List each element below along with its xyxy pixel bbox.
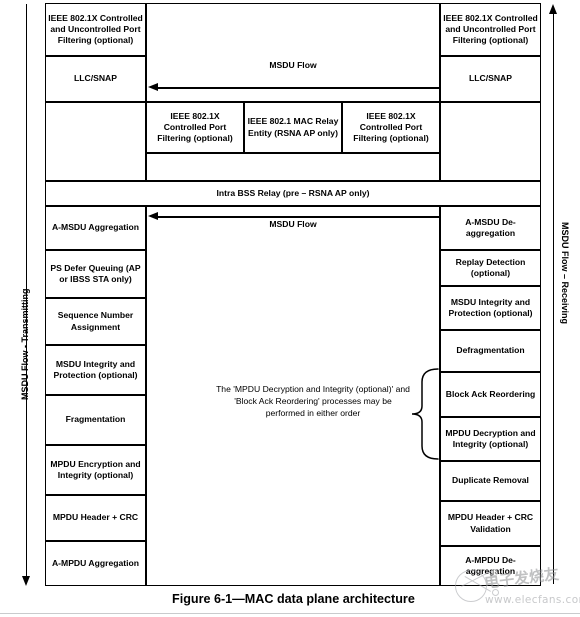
diagram-canvas: IEEE 802.1X Controlled and Uncontrolled … <box>0 0 580 617</box>
reordering-annotation-text: The 'MPDU Decryption and Integrity (opti… <box>216 384 410 419</box>
page-bottom-rule <box>0 613 580 614</box>
watermark-url-label: www.elecfans.com <box>485 594 580 606</box>
relay-lower-spacer-box <box>146 153 440 181</box>
receive-cell-4-label: Block Ack Reordering <box>445 388 536 399</box>
right-llc-snap-label: LLC/SNAP <box>469 73 512 84</box>
receive-flow-arrow-head <box>549 4 557 14</box>
left-port-filtering-box: IEEE 802.1X Controlled and Uncontrolled … <box>45 3 146 56</box>
transmit-flow-label-text: MSDU Flow - Transmitting <box>20 288 30 401</box>
top-msdu-flow-line1: MSDU <box>269 60 295 70</box>
transmit-cell-3: MSDU Integrity and Protection (optional) <box>45 345 146 395</box>
relay-box-1-label: IEEE 802.1 MAC Relay Entity (RSNA AP onl… <box>247 116 339 138</box>
relay-box-2: IEEE 802.1X Controlled Port Filtering (o… <box>342 102 440 153</box>
left-top-spacer-box <box>45 102 146 181</box>
top-msdu-flow-label: MSDU Flow <box>196 60 390 71</box>
receive-cell-6-label: Duplicate Removal <box>452 475 529 486</box>
relay-box-0: IEEE 802.1X Controlled Port Filtering (o… <box>146 102 244 153</box>
right-port-filtering-label: IEEE 802.1X Controlled and Uncontrolled … <box>443 12 538 46</box>
receive-cell-0-label: A-MSDU De-aggregation <box>465 216 516 238</box>
relay-box-2-label: IEEE 802.1X Controlled Port Filtering (o… <box>353 110 429 144</box>
receive-cell-1: Replay Detection (optional) <box>440 250 541 286</box>
left-llc-snap-box: LLC/SNAP <box>45 56 146 102</box>
transmit-flow-arrow-head <box>22 576 30 586</box>
mid-msdu-flow-line1: MSDU <box>269 219 295 229</box>
figure-caption: Figure 6-1—MAC data plane architecture <box>172 592 415 606</box>
annotation-brace-icon <box>411 368 439 460</box>
relay-box-1: IEEE 802.1 MAC Relay Entity (RSNA AP onl… <box>244 102 342 153</box>
top-msdu-flow-arrow-head <box>148 83 158 91</box>
transmit-cell-1-label: PS Defer Queuing (AP or IBSS STA only) <box>50 262 141 284</box>
intra-bss-relay-label: Intra BSS Relay (pre – RSNA AP only) <box>216 187 370 198</box>
transmit-cell-6-label: MPDU Header + CRC <box>52 512 139 523</box>
watermark-url-text: www.elecfans.com <box>485 594 580 606</box>
right-top-spacer-box <box>440 102 541 181</box>
mid-msdu-flow-label: MSDU Flow <box>196 219 390 230</box>
receive-cell-2-label: MSDU Integrity and Protection (optional) <box>448 296 533 318</box>
transmit-cell-5: MPDU Encryption and Integrity (optional) <box>45 445 146 495</box>
transmit-cell-6: MPDU Header + CRC <box>45 495 146 541</box>
transmit-cell-7-label: A-MPDU Aggregation <box>51 557 140 568</box>
receive-flow-arrow-line <box>553 14 554 584</box>
right-llc-snap-box: LLC/SNAP <box>440 56 541 102</box>
receive-cell-3-label: Defragmentation <box>456 345 525 356</box>
transmit-cell-4: Fragmentation <box>45 395 146 445</box>
transmit-cell-3-label: MSDU Integrity and Protection (optional) <box>53 358 138 380</box>
receive-cell-5: MPDU Decryption and Integrity (optional) <box>440 417 541 461</box>
transmit-flow-label: MSDU Flow - Transmitting <box>20 289 30 401</box>
receive-cell-3: Defragmentation <box>440 330 541 372</box>
transmit-cell-7: A-MPDU Aggregation <box>45 541 146 586</box>
transmit-cell-2-label: Sequence Number Assignment <box>57 310 134 332</box>
receive-cell-8: A-MPDU De-aggregation <box>440 546 541 586</box>
left-llc-snap-label: LLC/SNAP <box>74 73 117 84</box>
receive-cell-7-label: MPDU Header + CRC Validation <box>447 512 534 534</box>
receive-flow-label-text: MSDU Flow – Receiving <box>560 222 570 325</box>
receive-cell-6: Duplicate Removal <box>440 461 541 501</box>
receive-flow-label: MSDU Flow – Receiving <box>560 222 570 324</box>
receive-cell-2: MSDU Integrity and Protection (optional) <box>440 286 541 330</box>
mid-msdu-flow-line2: Flow <box>297 219 317 229</box>
transmit-cell-2: Sequence Number Assignment <box>45 298 146 345</box>
receive-cell-5-label: MPDU Decryption and Integrity (optional) <box>445 427 536 449</box>
reordering-annotation: The 'MPDU Decryption and Integrity (opti… <box>214 383 412 420</box>
transmit-cell-0: A-MSDU Aggregation <box>45 206 146 250</box>
receive-cell-7: MPDU Header + CRC Validation <box>440 501 541 546</box>
transmit-cell-5-label: MPDU Encryption and Integrity (optional) <box>50 458 141 480</box>
right-port-filtering-box: IEEE 802.1X Controlled and Uncontrolled … <box>440 3 541 56</box>
receive-cell-1-label: Replay Detection (optional) <box>455 256 526 278</box>
receive-cell-0: A-MSDU De-aggregation <box>440 206 541 250</box>
figure-caption-text: Figure 6-1—MAC data plane architecture <box>172 592 415 606</box>
left-port-filtering-label: IEEE 802.1X Controlled and Uncontrolled … <box>48 12 143 46</box>
transmit-cell-0-label: A-MSDU Aggregation <box>51 222 140 233</box>
receive-cell-4: Block Ack Reordering <box>440 372 541 417</box>
mid-msdu-flow-arrow-line <box>158 216 440 218</box>
top-msdu-flow-arrow-line <box>158 87 440 89</box>
receive-cell-8-label: A-MPDU De-aggregation <box>465 554 516 576</box>
intra-bss-relay-box: Intra BSS Relay (pre – RSNA AP only) <box>45 181 541 206</box>
transmit-cell-1: PS Defer Queuing (AP or IBSS STA only) <box>45 250 146 298</box>
watermark-dot-2 <box>492 589 499 596</box>
transmit-cell-4-label: Fragmentation <box>65 414 126 425</box>
top-msdu-flow-line2: Flow <box>297 60 317 70</box>
mid-msdu-flow-arrow-head <box>148 212 158 220</box>
relay-box-0-label: IEEE 802.1X Controlled Port Filtering (o… <box>157 110 233 144</box>
